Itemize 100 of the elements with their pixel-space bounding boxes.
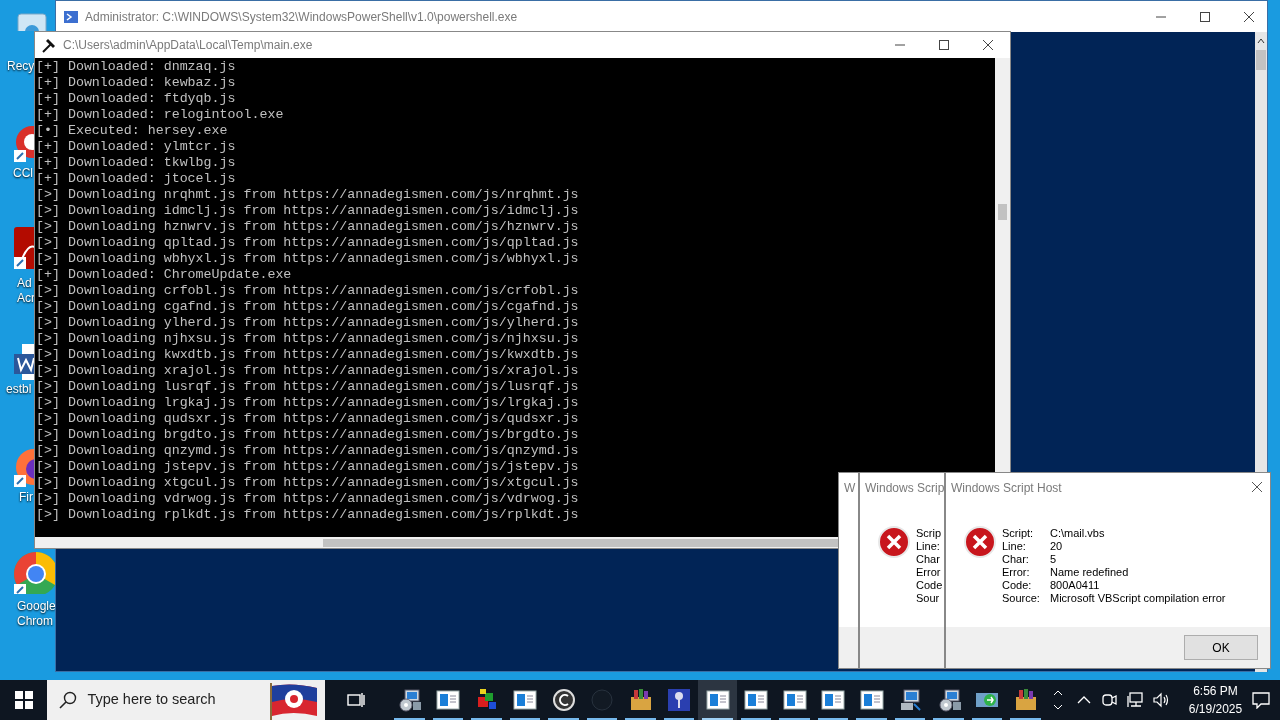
window-icon [436,688,460,712]
package-icon [1013,688,1038,712]
close-icon[interactable] [982,39,994,51]
field-label: Scrip [916,527,943,540]
field-value: 5 [1050,553,1058,566]
console-line: [+] Downloaded: ylmtcr.js [35,139,236,155]
search-field[interactable]: Type here to search [47,680,326,720]
dialog-title: W [844,479,856,497]
console-line: [>] Downloading jstepv.js from https://annadegismen.com/js/jstepv.js [35,459,579,475]
computer-disc-icon [397,688,422,712]
field-label: Sour [916,592,941,605]
scrollbar-thumb[interactable] [1256,50,1266,70]
window-icon [821,688,846,712]
console-line: [>] Downloading idmclj.js from https://annadegismen.com/js/idmclj.js [35,203,579,219]
field-value: C:\mail.vbs [1050,527,1106,540]
field-value: Microsoft VBScript compilation error [1050,592,1226,605]
disc-ring-icon [551,688,576,712]
window-icon [782,688,807,712]
windows-logo-icon [14,691,33,709]
search-icon [59,691,78,709]
dialog-footer [839,627,858,668]
desktop-icon-label: Recy [7,59,35,74]
console-line: [>] Downloading hznwrv.js from https://annadegismen.com/js/hznwrv.js [35,219,579,235]
window-icon [513,688,537,712]
window-icon [705,688,730,712]
console-line: [>] Downloading brgdto.js from https://annadegismen.com/js/brgdto.js [35,427,579,443]
console-line: [•] Executed: hersey.exe [35,123,228,139]
scroll-down-icon[interactable] [1053,703,1063,711]
taskbar-app[interactable] [698,680,737,720]
console-line: [+] Downloaded: kewbaz.js [35,75,236,91]
search-placeholder: Type here to search [87,690,216,710]
field-label: Code: [1002,579,1033,592]
console-line: [>] Downloading nrqhmt.js from https://annadegismen.com/js/nrqhmt.js [35,187,579,203]
error-icon [878,526,910,558]
volume-icon[interactable] [1153,692,1171,708]
field-label: Char: [1002,553,1030,566]
clock[interactable]: 6:56 PM 6/19/2025 [1179,682,1253,718]
console-line: [>] Downloading kwxdtb.js from https://annadegismen.com/js/kwxdtb.js [35,347,579,363]
task-view-icon [346,692,365,708]
clock-time: 6:56 PM [1193,683,1238,700]
console-line: [+] Downloaded: relogintool.exe [35,107,284,123]
desktop-icon-label: estbl [6,382,32,397]
scroll-up-icon[interactable] [1256,36,1266,46]
close-icon[interactable] [1251,481,1263,493]
console-line: [>] Downloading wbhyxl.js from https://annadegismen.com/js/wbhyxl.js [35,251,579,267]
field-label: Error: [1002,566,1031,579]
close-icon[interactable] [1243,10,1255,23]
dialog-title: Windows Script Host [951,479,1062,497]
hammer-icon [41,37,57,53]
console-line: [>] Downloading njhxsu.js from https://annadegismen.com/js/njhxsu.js [35,331,579,347]
maximize-icon[interactable] [938,39,950,51]
ok-button[interactable]: OK [1184,635,1258,660]
window-icon [744,688,769,712]
desktop-icon-label: Acr [17,291,35,306]
field-label: Script: [1002,527,1035,540]
console-line: [>] Downloading qnzymd.js from https://annadegismen.com/js/qnzymd.js [35,443,579,459]
window-icon [859,688,884,712]
desktop-icon-label: Fir [19,490,33,505]
desktop-icon-label: Ad [17,276,32,291]
field-label: Source: [1002,592,1041,605]
maximize-icon[interactable] [1199,10,1211,23]
console-line: [+] Downloaded: tkwlbg.js [35,155,236,171]
console-line: [>] Downloading ylherd.js from https://annadegismen.com/js/ylherd.js [35,315,579,331]
scrollbar-thumb[interactable] [998,204,1007,220]
scroll-up-icon[interactable] [1053,689,1063,697]
desktop-icon-label: Chrom [17,614,53,629]
notification-icon [1252,691,1271,709]
field-label: Error [916,566,942,579]
console-line: [>] Downloading crfobl.js from https://annadegismen.com/js/crfobl.js [35,283,579,299]
console-line: [>] Downloading qpltad.js from https://annadegismen.com/js/qpltad.js [35,235,579,251]
console-line: [>] Downloading lusrqf.js from https://annadegismen.com/js/lusrqf.js [35,379,579,395]
console-line: [>] Downloading qudsxr.js from https://annadegismen.com/js/qudsxr.js [35,411,579,427]
desktop-icon-label: CCl [13,166,33,181]
field-label: Code [916,579,943,592]
field-value: 800A0411 [1050,579,1101,592]
console-line: [+] Downloaded: dnmzaq.js [35,59,236,75]
console-line: [>] Downloading rplkdt.js from https://annadegismen.com/js/rplkdt.js [35,507,579,523]
dialog-title: Windows Scrip [865,479,944,497]
console-line: [+] Downloaded: jtocel.js [35,171,236,187]
error-icon [964,526,996,558]
field-label: Char [916,553,941,566]
flag-icon [267,680,320,720]
console-line: [>] Downloading lrgkaj.js from https://annadegismen.com/js/lrgkaj.js [35,395,579,411]
window-title: C:\Users\admin\AppData\Local\Temp\main.exe [63,37,313,54]
package-icon [628,688,653,712]
console-line: [>] Downloading cgafnd.js from https://annadegismen.com/js/cgafnd.js [35,299,579,315]
console-line: [>] Downloading xtgcul.js from https://annadegismen.com/js/xtgcul.js [35,475,579,491]
field-label: Line: [1002,540,1027,553]
network-icon[interactable] [1127,692,1143,708]
console-line: [>] Downloading vdrwog.js from https://annadegismen.com/js/vdrwog.js [35,491,579,507]
dark-circle-icon [590,688,615,712]
field-value: Name redefined [1050,566,1130,579]
computer-icon [898,688,923,712]
console-line: [+] Downloaded: ChromeUpdate.exe [35,267,292,283]
computer-disc-icon [936,688,961,712]
camera-icon[interactable] [1101,692,1117,708]
clock-date: 6/19/2025 [1188,701,1243,718]
console-line: [>] Downloading xrajol.js from https://annadegismen.com/js/xrajol.js [35,363,579,379]
field-value: 20 [1050,540,1064,553]
key-icon [667,688,692,712]
